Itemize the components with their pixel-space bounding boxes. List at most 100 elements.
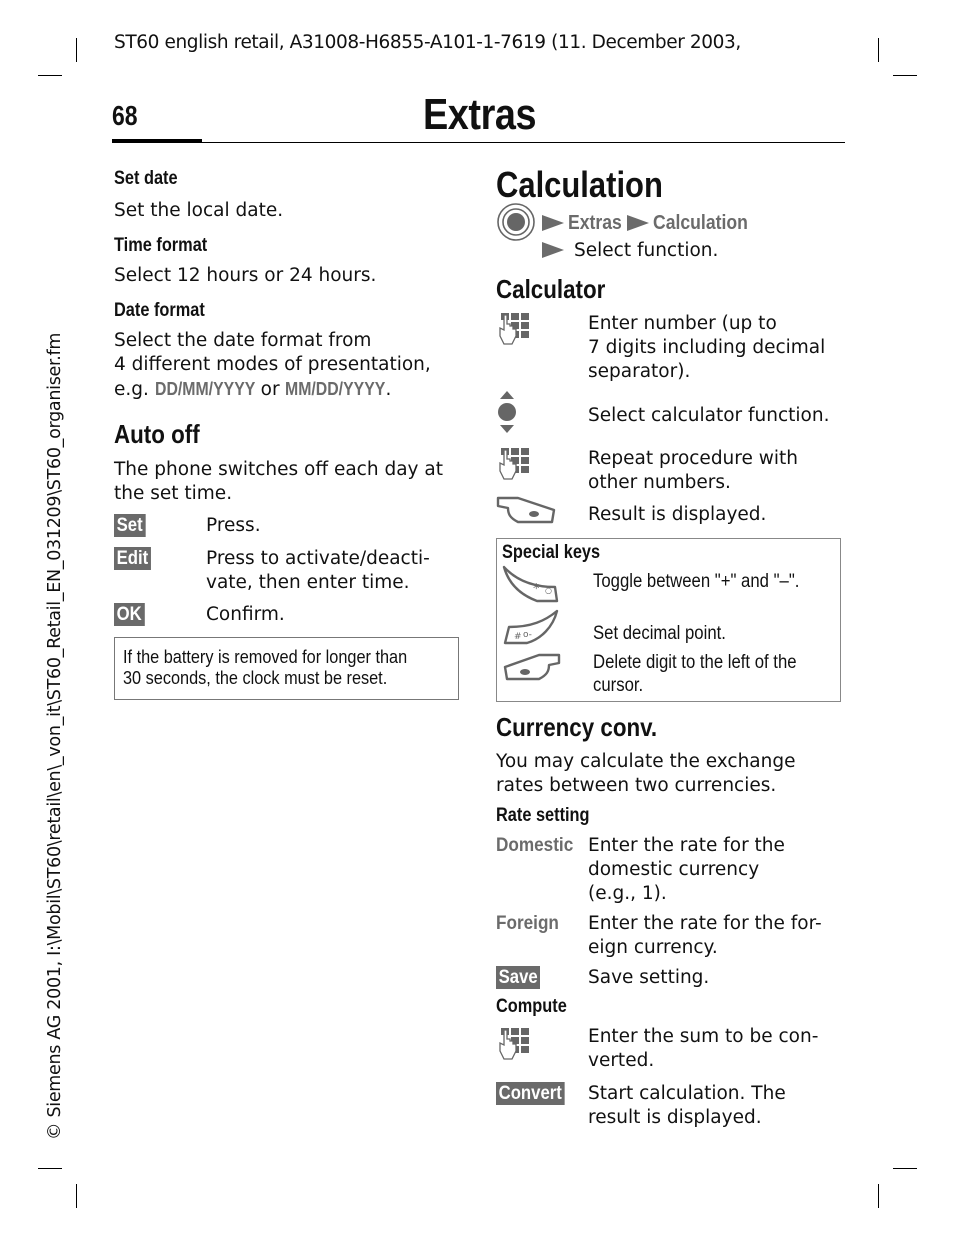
special-keys-box: Special keys * ○ Toggle between "+" and … bbox=[496, 538, 841, 702]
menu-path: Extras Calculation bbox=[542, 212, 761, 235]
special-key-line: cursor. bbox=[593, 675, 644, 696]
special-key-text: Toggle between "+" and "–". bbox=[593, 569, 828, 594]
chapter-title: Extras bbox=[423, 90, 537, 139]
select-function-text: Select function. bbox=[574, 240, 719, 261]
compute-text: Enter the sum to be con- verted. bbox=[588, 1025, 848, 1073]
arrow-right-icon bbox=[627, 215, 650, 231]
special-key-text: Delete digit to the left of the cursor. bbox=[593, 651, 824, 697]
set-date-heading: Set date bbox=[114, 168, 178, 189]
date-format-text-2: 4 different modes of presentation, bbox=[114, 354, 431, 375]
star-key-icon: * ○ bbox=[501, 565, 561, 608]
auto-off-step-ok: OK Confirm. bbox=[114, 603, 285, 626]
convert-softkey: Convert bbox=[496, 1082, 565, 1105]
time-format-text: Select 12 hours or 24 hours. bbox=[114, 265, 377, 286]
auto-off-intro-2: the set time. bbox=[114, 483, 233, 504]
hash-key-icon: # o- bbox=[501, 609, 561, 652]
auto-off-heading: Auto off bbox=[114, 419, 200, 449]
arrow-right-icon bbox=[542, 242, 564, 258]
step-text: Repeat procedure with other numbers. bbox=[588, 447, 848, 495]
menu-path-extras: Extras bbox=[568, 212, 622, 234]
svg-text:o-: o- bbox=[523, 630, 532, 640]
crop-mark bbox=[878, 1184, 879, 1208]
keypad-icon bbox=[498, 1027, 536, 1068]
foreign-label: Foreign bbox=[496, 912, 559, 934]
edit-softkey: Edit bbox=[114, 547, 151, 570]
crop-mark bbox=[76, 1184, 77, 1208]
step-line: 7 digits including decimal bbox=[588, 337, 826, 358]
crop-mark bbox=[76, 38, 77, 62]
crop-mark bbox=[38, 75, 62, 76]
step-line: other numbers. bbox=[588, 472, 731, 493]
step-line: Enter number (up to bbox=[588, 313, 777, 334]
menu-path-step: Select function. bbox=[542, 239, 718, 263]
special-key-line: Toggle between "+" and "–". bbox=[593, 571, 800, 592]
date-example-1: DD/MM/YYYY bbox=[154, 379, 256, 399]
rate-row-domestic: Domestic Enter the rate for the domestic… bbox=[496, 834, 785, 904]
special-key-line: Delete digit to the left of the bbox=[593, 652, 797, 673]
crop-mark bbox=[878, 38, 879, 62]
note-line: 30 seconds, the clock must be reset. bbox=[123, 667, 388, 688]
step-text: Press. bbox=[206, 515, 261, 536]
auto-off-step-set: Set Press. bbox=[114, 514, 261, 537]
date-example-2: MM/DD/YYYY bbox=[285, 379, 386, 399]
date-format-heading: Date format bbox=[114, 300, 205, 321]
convert-row: Convert Start calculation. The result is… bbox=[496, 1082, 786, 1128]
rate-line: domestic currency bbox=[588, 859, 760, 880]
auto-off-intro-1: The phone switches off each day at bbox=[114, 459, 443, 480]
step-text: Enter number (up to 7 digits including d… bbox=[588, 312, 848, 384]
header-rule bbox=[112, 142, 845, 143]
running-head: ST60 english retail, A31008-H6855-A101-1… bbox=[114, 32, 741, 53]
set-date-text: Set the local date. bbox=[114, 200, 284, 221]
convert-line: Start calculation. The bbox=[588, 1083, 786, 1104]
compute-line: Enter the sum to be con- bbox=[588, 1026, 819, 1047]
navigation-key-icon bbox=[496, 390, 518, 439]
currency-intro-1: You may calculate the exchange bbox=[496, 751, 796, 772]
keypad-icon bbox=[498, 447, 536, 488]
svg-text:*: * bbox=[533, 582, 540, 597]
text-suffix: . bbox=[385, 379, 392, 400]
domestic-label: Domestic bbox=[496, 834, 574, 856]
time-format-heading: Time format bbox=[114, 235, 208, 256]
currency-intro-2: rates between two currencies. bbox=[496, 775, 777, 796]
rate-line: Enter the rate for the bbox=[588, 835, 785, 856]
convert-line: result is displayed. bbox=[588, 1107, 762, 1128]
rate-setting-heading: Rate setting bbox=[496, 805, 590, 826]
step-text: Result is displayed. bbox=[588, 504, 767, 525]
convert-text: Start calculation. The result is display… bbox=[588, 1082, 848, 1130]
menu-path-calculation: Calculation bbox=[653, 212, 749, 234]
step-text: Press to activate/deacti- bbox=[206, 548, 430, 569]
special-key-line: Set decimal point. bbox=[593, 623, 726, 644]
special-keys-heading: Special keys bbox=[502, 542, 601, 563]
ok-softkey: OK bbox=[114, 603, 145, 626]
right-softkey-icon bbox=[496, 496, 558, 537]
auto-off-step-edit: Edit Press to activate/deacti- vate, the… bbox=[114, 547, 430, 593]
svg-text:#: # bbox=[514, 632, 522, 642]
date-format-text-1: Select the date format from bbox=[114, 330, 372, 351]
set-softkey: Set bbox=[114, 514, 146, 537]
rate-line: eign currency. bbox=[588, 937, 718, 958]
crop-mark bbox=[893, 1168, 917, 1169]
page-number-bar bbox=[112, 139, 202, 143]
save-softkey: Save bbox=[496, 966, 541, 989]
menu-key-icon bbox=[496, 203, 536, 243]
crop-mark bbox=[893, 75, 917, 76]
calculation-heading: Calculation bbox=[496, 164, 663, 205]
compute-heading: Compute bbox=[496, 996, 567, 1017]
rate-text: Enter the rate for the domestic currency… bbox=[588, 834, 848, 906]
note-line: If the battery is removed for longer tha… bbox=[123, 646, 408, 667]
step-line: separator). bbox=[588, 361, 691, 382]
calculator-heading: Calculator bbox=[496, 274, 606, 304]
rate-text: Enter the rate for the for- eign currenc… bbox=[588, 912, 848, 960]
step-text: vate, then enter time. bbox=[206, 572, 410, 593]
currency-conv-heading: Currency conv. bbox=[496, 712, 658, 742]
keypad-icon bbox=[498, 312, 536, 353]
crop-mark bbox=[38, 1168, 62, 1169]
arrow-right-icon bbox=[542, 215, 564, 231]
battery-note: If the battery is removed for longer tha… bbox=[114, 637, 459, 700]
left-softkey-icon bbox=[501, 653, 563, 694]
rate-line: Enter the rate for the for- bbox=[588, 913, 822, 934]
file-path-sidebar: © Siemens AG 2001, I:\Mobil\ST60\retail\… bbox=[45, 332, 65, 1140]
page-number: 68 bbox=[112, 100, 138, 131]
step-text: Select calculator function. bbox=[588, 405, 830, 426]
special-key-text: Set decimal point. bbox=[593, 621, 744, 646]
